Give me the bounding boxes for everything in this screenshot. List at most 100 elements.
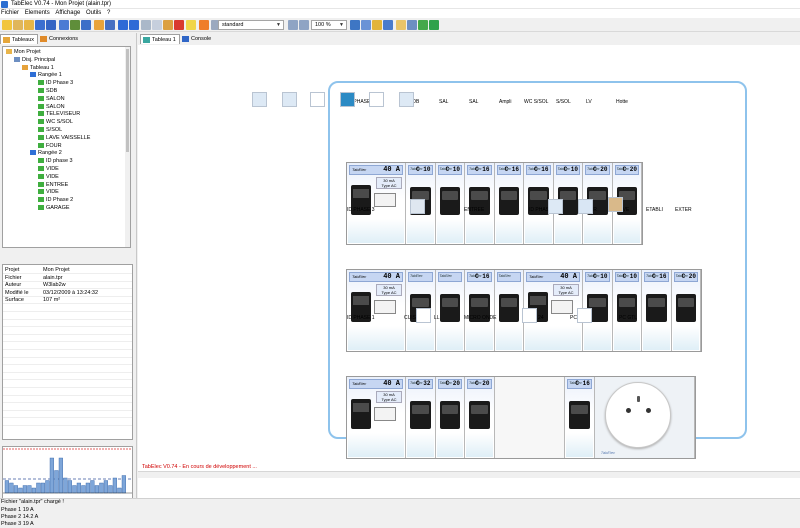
tree-node[interactable]: ENTREE <box>38 181 68 190</box>
tree-node[interactable]: SALON <box>38 95 65 104</box>
lightbulb-icon[interactable] <box>282 92 297 107</box>
lightbulb-icon[interactable] <box>399 92 414 107</box>
tree-node[interactable]: Disj. Principal <box>14 56 55 65</box>
tv-icon[interactable] <box>340 92 355 107</box>
tree-node-label: Mon Projet <box>14 49 41 55</box>
workspace-hscrollbar[interactable] <box>138 471 800 478</box>
circuit-breaker[interactable]: TabElec C 16 <box>642 270 672 351</box>
circuit-breaker[interactable]: TabElec C 10 <box>435 163 465 244</box>
zoom-select[interactable]: 100 % ▼ <box>311 20 347 30</box>
style-select[interactable]: standard ▼ <box>218 20 284 30</box>
lightbulb-icon[interactable] <box>186 20 196 30</box>
tab-console[interactable]: Console <box>180 34 220 44</box>
tree-node[interactable]: TELEVISEUR <box>38 111 80 119</box>
differential-breaker[interactable]: TabElec 40 A 30 mA Type AC <box>347 163 406 244</box>
tag-icon[interactable] <box>372 20 382 30</box>
circuit-breaker[interactable]: TabElec <box>435 270 465 351</box>
tab-tableaux[interactable]: Tableaux <box>0 34 38 44</box>
export-icon[interactable] <box>59 20 69 30</box>
warning-icon[interactable] <box>94 20 104 30</box>
blank-module[interactable] <box>494 377 566 458</box>
tree-node[interactable]: GARAGE <box>38 205 70 213</box>
histogram-bar <box>27 485 32 494</box>
differential-breaker[interactable]: TabElec 40 A 30 mA Type AC <box>347 377 406 458</box>
gear-icon[interactable] <box>199 20 209 30</box>
fit-icon[interactable] <box>396 20 406 30</box>
circuit-breaker[interactable]: TabElec C 20 <box>671 270 701 351</box>
tree-node[interactable]: Rangée 1 <box>30 72 62 80</box>
save-icon[interactable] <box>35 20 45 30</box>
zoom-out-icon[interactable] <box>299 20 309 30</box>
circuit-breaker[interactable]: TabElec C 16 <box>565 377 595 458</box>
lightbulb-icon[interactable] <box>548 199 563 214</box>
book-icon[interactable] <box>105 20 115 30</box>
tree-node[interactable]: Mon Projet <box>6 49 41 57</box>
socket-icon[interactable] <box>369 92 384 107</box>
star-icon[interactable] <box>2 20 12 30</box>
copy-icon[interactable] <box>152 20 162 30</box>
tree-node[interactable]: ID phase 3 <box>38 158 73 166</box>
differential-breaker[interactable]: TabElec 40 A 30 mA Type AC <box>347 270 406 351</box>
tree-node[interactable]: LAVE VAISSELLE <box>38 134 90 143</box>
circuit-breaker[interactable]: TabElec <box>494 270 524 351</box>
menu-help[interactable]: ? <box>106 9 113 16</box>
socket-icon[interactable] <box>310 92 325 107</box>
wand-icon[interactable] <box>13 20 23 30</box>
menu-fichier[interactable]: Fichier <box>0 9 22 16</box>
tree-node[interactable]: Tableau 1 <box>22 64 54 73</box>
tree-node[interactable]: VIDE <box>38 166 59 174</box>
layers-icon[interactable] <box>361 20 371 30</box>
socket-icon[interactable] <box>522 308 537 323</box>
image-icon[interactable] <box>81 20 91 30</box>
panel-icon[interactable] <box>407 20 417 30</box>
save-as-icon[interactable] <box>46 20 56 30</box>
open-folder-icon[interactable] <box>24 20 34 30</box>
menu-elements[interactable]: Elements <box>24 9 53 16</box>
tree-scrollbar[interactable] <box>125 47 130 247</box>
tree-node[interactable]: FOUR <box>38 142 62 151</box>
microwave-socket-icon[interactable] <box>416 308 431 323</box>
tree-node[interactable]: SDB <box>38 88 57 96</box>
print-icon[interactable] <box>70 20 80 30</box>
circuit-breaker[interactable]: TabElec C 20 <box>435 377 465 458</box>
tab-tableau-1[interactable]: Tableau 1 <box>140 34 180 44</box>
menu-outils[interactable]: Outils <box>85 9 104 16</box>
tree-scroll-thumb[interactable] <box>126 49 129 152</box>
breaker-label-plate: TabElec 40 A <box>349 379 403 389</box>
heater-icon[interactable] <box>410 199 425 214</box>
circuit-breaker[interactable]: TabElec C 10 <box>612 270 642 351</box>
tree-node[interactable]: SALON <box>38 103 65 112</box>
delete-icon[interactable] <box>174 20 184 30</box>
socket-icon[interactable] <box>577 308 592 323</box>
socket-module[interactable]: TabElec <box>594 377 696 458</box>
tree-node[interactable]: WC S/SOL <box>38 119 73 127</box>
tree-node[interactable]: VIDE <box>38 189 59 197</box>
tree-node[interactable]: ID Phase 2 <box>38 197 73 205</box>
circuit-breaker[interactable]: TabElec C 16 <box>465 270 495 351</box>
project-tree[interactable]: Mon Projet Disj. Principal Tableau 1 Rangée… <box>2 46 131 248</box>
chart-icon[interactable] <box>418 20 428 30</box>
tab-connexions[interactable]: Connexions <box>38 34 84 44</box>
tree-node[interactable]: Rangée 2 <box>30 150 62 158</box>
sensitivity-label: 30 mA Type AC <box>553 284 579 296</box>
tree-node[interactable]: VIDE <box>38 173 59 182</box>
lightbulb-icon[interactable] <box>252 92 267 107</box>
circuit-breaker[interactable]: TabElec C 20 <box>465 377 495 458</box>
add-icon[interactable] <box>429 20 439 30</box>
circuit-breaker[interactable]: TabElec C 32 <box>406 377 436 458</box>
grid-icon[interactable] <box>350 20 360 30</box>
electrical-panel[interactable]: ID PHASE 3 SDB SAL SAL Ampli WC S/SOL S/SOL LV H… <box>252 81 747 459</box>
undo-icon[interactable] <box>118 20 128 30</box>
tree-node[interactable]: ID Phase 3 <box>38 80 73 88</box>
paste-icon[interactable] <box>163 20 173 30</box>
properties-icon[interactable] <box>383 20 393 30</box>
garden-icon[interactable] <box>608 197 623 212</box>
menu-affichage[interactable]: Affichage <box>54 9 83 16</box>
redo-icon[interactable] <box>129 20 139 30</box>
tools-icon[interactable] <box>578 199 593 214</box>
tree-node[interactable]: S/SOL <box>38 127 62 135</box>
zoom-in-icon[interactable] <box>288 20 298 30</box>
circuit-breaker[interactable]: TabElec C 16 <box>465 163 495 244</box>
cut-icon[interactable] <box>141 20 151 30</box>
circuit-breaker[interactable]: TabElec C 16 <box>494 163 524 244</box>
